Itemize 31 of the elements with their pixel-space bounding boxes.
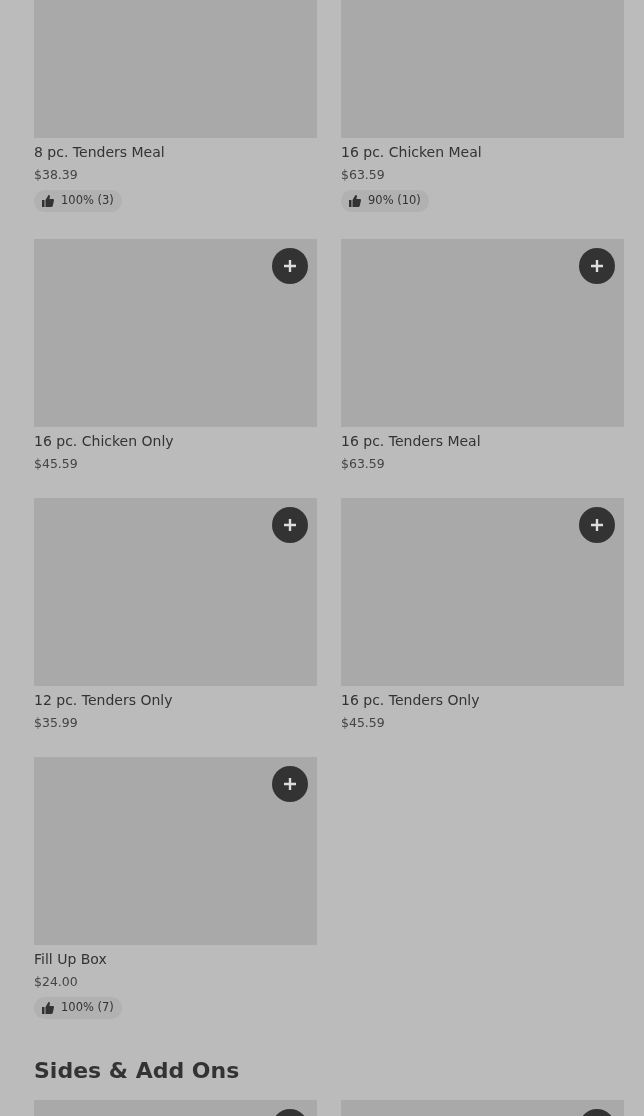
- item-name[interactable]: 12 pc. Tenders Only: [34, 690, 317, 710]
- plus-icon: [283, 777, 297, 791]
- add-button[interactable]: [272, 507, 308, 543]
- item-price: $38.39: [34, 166, 79, 184]
- item-name[interactable]: Fill Up Box: [34, 949, 317, 969]
- item-price: $24.00: [34, 973, 79, 991]
- rating-badge: 100% (3): [34, 190, 122, 212]
- add-button[interactable]: [272, 766, 308, 802]
- item-price: $63.59: [341, 166, 386, 184]
- add-button[interactable]: [272, 248, 308, 284]
- section-heading: Sides & Add Ons: [34, 1057, 241, 1085]
- rating-badge: 100% (7): [34, 997, 122, 1019]
- plus-icon: [590, 259, 604, 273]
- rating-badge: 90% (10): [341, 190, 429, 212]
- item-price: $45.59: [341, 714, 386, 732]
- item-name[interactable]: 16 pc. Chicken Only: [34, 431, 317, 451]
- item-price: $35.99: [34, 714, 79, 732]
- item-name[interactable]: 16 pc. Tenders Meal: [341, 431, 624, 451]
- add-button[interactable]: [579, 248, 615, 284]
- item-price: $45.59: [34, 455, 79, 473]
- add-button[interactable]: [579, 507, 615, 543]
- plus-icon: [283, 518, 297, 532]
- item-name[interactable]: 16 pc. Tenders Only: [341, 690, 624, 710]
- item-price: $63.59: [341, 455, 386, 473]
- plus-icon: [283, 259, 297, 273]
- item-name[interactable]: 16 pc. Chicken Meal: [341, 142, 624, 162]
- plus-icon: [590, 518, 604, 532]
- thumbs-up-icon: [42, 195, 54, 207]
- thumbs-up-icon: [349, 195, 361, 207]
- item-name[interactable]: 8 pc. Tenders Meal: [34, 142, 317, 162]
- thumbs-up-icon: [42, 1002, 54, 1014]
